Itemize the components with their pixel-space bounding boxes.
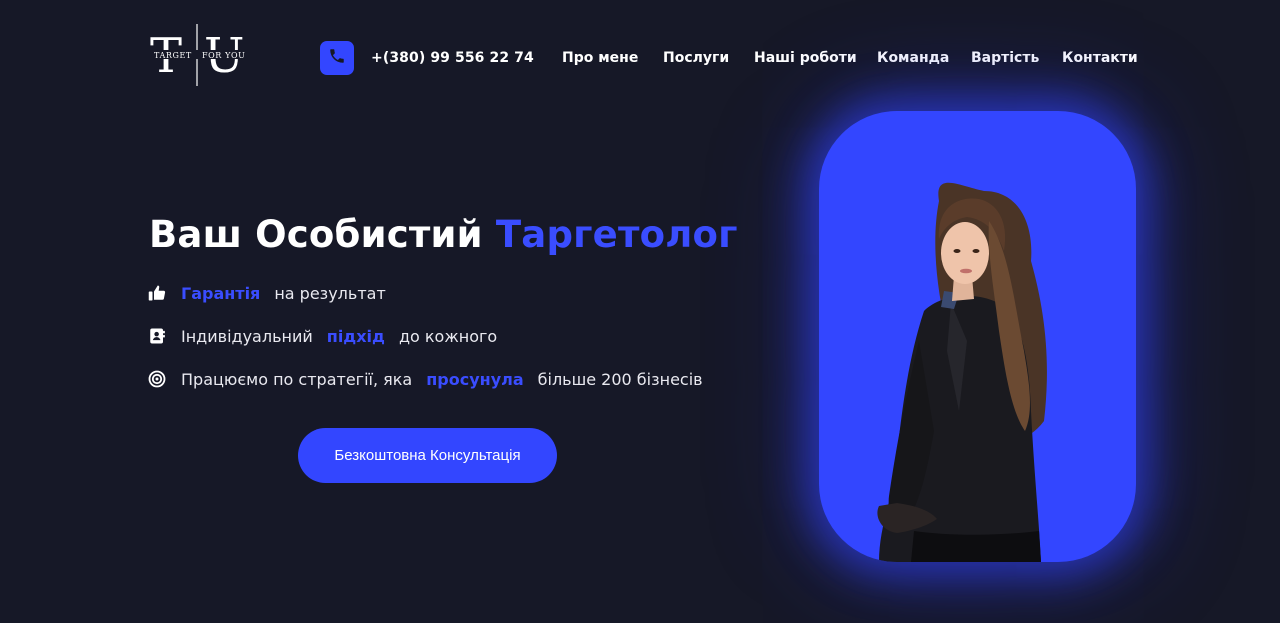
portrait-card bbox=[819, 111, 1136, 562]
feature-guarantee-after: на результат bbox=[274, 283, 386, 303]
feature-guarantee: Гарантія на результат bbox=[148, 282, 386, 304]
hero-title-main: Ваш Особистий bbox=[149, 213, 483, 256]
thumbs-up-icon bbox=[148, 284, 166, 302]
portrait-photo bbox=[877, 182, 1047, 562]
hero-title-accent: Таргетолог bbox=[495, 213, 738, 256]
nav-item-about[interactable]: Про мене bbox=[562, 50, 638, 66]
brand-logo[interactable]: T U TARGET FOR YOU bbox=[150, 22, 254, 88]
feature-approach-after: до кожного bbox=[398, 326, 498, 346]
feature-approach: Індивідуальний підхід до кожного bbox=[148, 325, 497, 347]
nav-item-works[interactable]: Наші роботи bbox=[754, 50, 857, 66]
svg-text:TARGET: TARGET bbox=[154, 51, 192, 60]
feature-strategy-after: більше 200 бізнесів bbox=[537, 369, 703, 389]
phone-number-link[interactable]: +(380) 99 556 22 74 bbox=[371, 50, 534, 66]
nav-item-pricing[interactable]: Вартість bbox=[971, 50, 1039, 66]
feature-approach-highlight: підхід bbox=[326, 326, 385, 346]
nav-item-services[interactable]: Послуги bbox=[663, 50, 729, 66]
landing-page: T U TARGET FOR YOU +(380) 99 556 22 74 П… bbox=[0, 0, 1280, 623]
hero-title: Ваш Особистий Таргетолог bbox=[149, 213, 738, 256]
contact-card-icon bbox=[148, 327, 166, 345]
phone-button[interactable] bbox=[320, 41, 354, 75]
phone-icon bbox=[328, 47, 346, 69]
nav-item-contacts[interactable]: Контакти bbox=[1062, 50, 1138, 66]
nav-item-team[interactable]: Команда bbox=[877, 50, 949, 66]
feature-guarantee-highlight: Гарантія bbox=[181, 283, 261, 303]
svg-text:FOR YOU: FOR YOU bbox=[202, 51, 245, 60]
feature-strategy-before: Працюємо по стратегії, яка bbox=[181, 369, 413, 389]
feature-strategy: Працюємо по стратегії, яка просунула біл… bbox=[148, 368, 703, 390]
target-icon bbox=[148, 370, 166, 388]
feature-strategy-highlight: просунула bbox=[426, 369, 524, 389]
feature-approach-before: Індивідуальний bbox=[181, 326, 313, 346]
free-consultation-button[interactable]: Безкоштовна Консультація bbox=[298, 428, 557, 483]
